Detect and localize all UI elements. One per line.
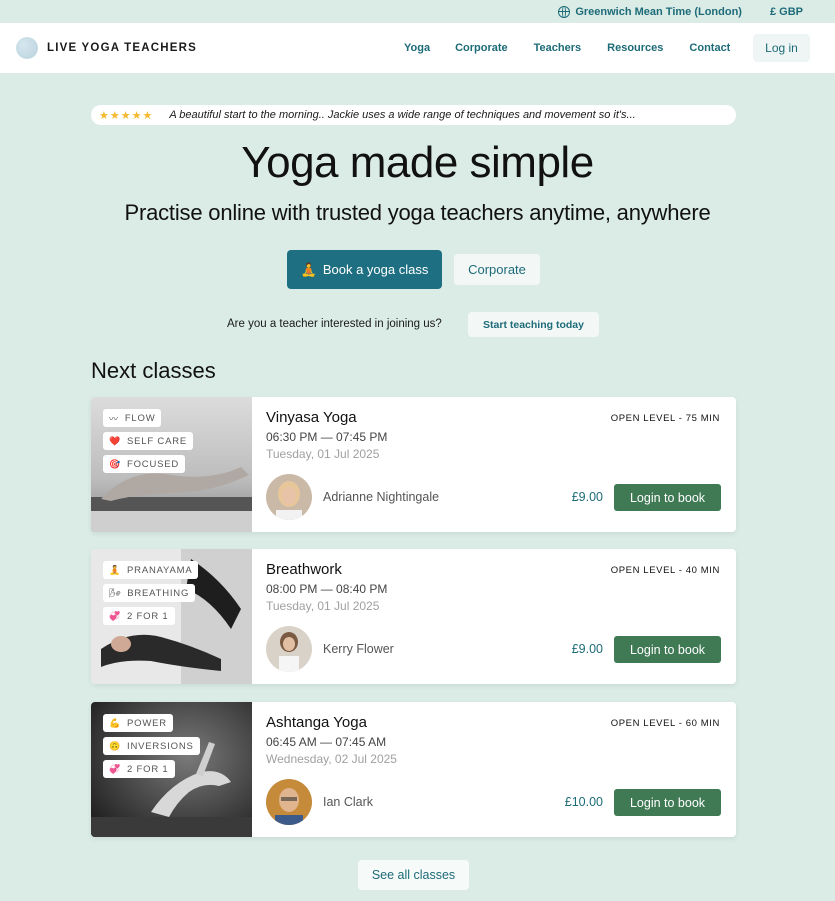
tag-label: 2 FOR 1 [127,610,169,622]
class-tags: 〰 FLOW ❤️ SELF CARE 🎯 FOCUSED [103,409,194,473]
class-price: £10.00 [564,795,603,809]
wind-icon: 🌬 [109,587,122,598]
brand-name: LIVE YOGA TEACHERS [47,42,198,54]
muscle-icon: 💪 [109,717,122,728]
teacher-avatar[interactable] [266,779,312,825]
nav-link-contact[interactable]: Contact [689,42,730,54]
class-level: OPEN LEVEL - 40 MIN [610,565,720,576]
class-tag: 💞 2 FOR 1 [103,607,175,625]
class-price: £9.00 [571,490,603,504]
login-to-book-button[interactable]: Login to book [614,789,721,816]
teacher-avatar[interactable] [266,626,312,672]
class-title[interactable]: Vinyasa Yoga [266,409,357,426]
class-date: Tuesday, 01 Jul 2025 [266,447,380,461]
book-button-label: Book a yoga class [322,262,429,277]
teacher-name[interactable]: Ian Clark [323,795,373,809]
nav-link-corporate[interactable]: Corporate [455,42,508,54]
class-date: Wednesday, 02 Jul 2025 [266,752,397,766]
class-tag: 🧘 PRANAYAMA [103,561,199,579]
class-tag: 🌬 BREATHING [103,584,196,602]
class-tags: 🧘 PRANAYAMA 🌬 BREATHING 💞 2 FOR 1 [103,561,199,625]
class-date: Tuesday, 01 Jul 2025 [266,599,380,613]
class-time: 06:30 PM — 07:45 PM [266,430,388,444]
login-to-book-button[interactable]: Login to book [614,484,721,511]
class-title[interactable]: Breathwork [266,561,342,578]
login-button[interactable]: Log in [753,34,810,62]
flow-icon: 〰 [109,413,119,424]
tag-label: FOCUSED [127,458,180,470]
teacher-name[interactable]: Kerry Flower [323,642,394,656]
review-text: A beautiful start to the morning.. Jacki… [169,109,636,121]
see-all-classes-button[interactable]: See all classes [358,860,469,890]
meditation-icon: 🧘 [109,564,122,575]
tag-label: POWER [127,717,167,729]
teacher-avatar[interactable] [266,474,312,520]
class-card[interactable]: 💪 POWER 🙃 INVERSIONS 💞 2 FOR 1 Ashtanga Yog… [91,702,736,837]
class-title[interactable]: Ashtanga Yoga [266,714,367,731]
login-to-book-button[interactable]: Login to book [614,636,721,663]
class-price: £9.00 [571,642,603,656]
teacher-question: Are you a teacher interested in joining … [227,318,442,330]
timezone-label: Greenwich Mean Time (London) [575,5,742,18]
brand-logo[interactable]: LIVE YOGA TEACHERS [16,37,197,59]
heart-icon: ❤️ [109,435,122,446]
class-tags: 💪 POWER 🙃 INVERSIONS 💞 2 FOR 1 [103,714,200,778]
class-time: 06:45 AM — 07:45 AM [266,735,387,749]
class-tag: 💪 POWER [103,714,173,732]
class-tag: 〰 FLOW [103,409,162,427]
tag-label: BREATHING [127,587,190,599]
nav-link-teachers[interactable]: Teachers [534,42,582,54]
logo-icon [16,37,38,59]
currency-selector[interactable]: £ GBP [770,6,803,18]
tag-label: PRANAYAMA [127,564,193,576]
nav-link-resources[interactable]: Resources [607,42,663,54]
hearts-icon: 💞 [109,610,122,621]
review-banner[interactable]: ★★★★★ A beautiful start to the morning..… [91,105,736,125]
start-teaching-button[interactable]: Start teaching today [468,312,599,337]
main-nav: LIVE YOGA TEACHERS Yoga Corporate Teache… [0,23,835,73]
hearts-icon: 💞 [109,763,122,774]
timezone-selector[interactable]: Greenwich Mean Time (London) [558,5,742,18]
class-level: OPEN LEVEL - 60 MIN [610,718,720,729]
class-tag: 🙃 INVERSIONS [103,737,200,755]
class-tag: 🎯 FOCUSED [103,455,186,473]
class-time: 08:00 PM — 08:40 PM [266,582,388,596]
globe-icon [558,5,571,18]
class-tag: ❤️ SELF CARE [103,432,194,450]
target-icon: 🎯 [109,458,122,469]
next-classes-title: Next classes [91,358,216,383]
class-tag: 💞 2 FOR 1 [103,760,175,778]
book-yoga-class-button[interactable]: 🧘 Book a yoga class [287,250,442,289]
meditation-icon: 🧘 [300,261,317,277]
corporate-button[interactable]: Corporate [454,254,540,285]
hero-subtitle: Practise online with trusted yoga teache… [124,200,711,225]
nav-links: Yoga Corporate Teachers Resources Contac… [404,42,730,54]
top-bar: Greenwich Mean Time (London) £ GBP [0,0,835,23]
hero-title: Yoga made simple [241,138,594,187]
upside-down-face-icon: 🙃 [109,740,122,751]
class-level: OPEN LEVEL - 75 MIN [610,413,720,424]
tag-label: FLOW [124,412,156,424]
class-card[interactable]: 🧘 PRANAYAMA 🌬 BREATHING 💞 2 FOR 1 Breathwor… [91,549,736,684]
class-card[interactable]: 〰 FLOW ❤️ SELF CARE 🎯 FOCUSED Vinyasa Yoga … [91,397,736,532]
rating-stars: ★★★★★ [99,109,154,122]
teacher-name[interactable]: Adrianne Nightingale [323,490,439,504]
tag-label: INVERSIONS [127,740,194,752]
nav-link-yoga[interactable]: Yoga [404,42,430,54]
tag-label: SELF CARE [127,435,188,447]
tag-label: 2 FOR 1 [127,763,169,775]
